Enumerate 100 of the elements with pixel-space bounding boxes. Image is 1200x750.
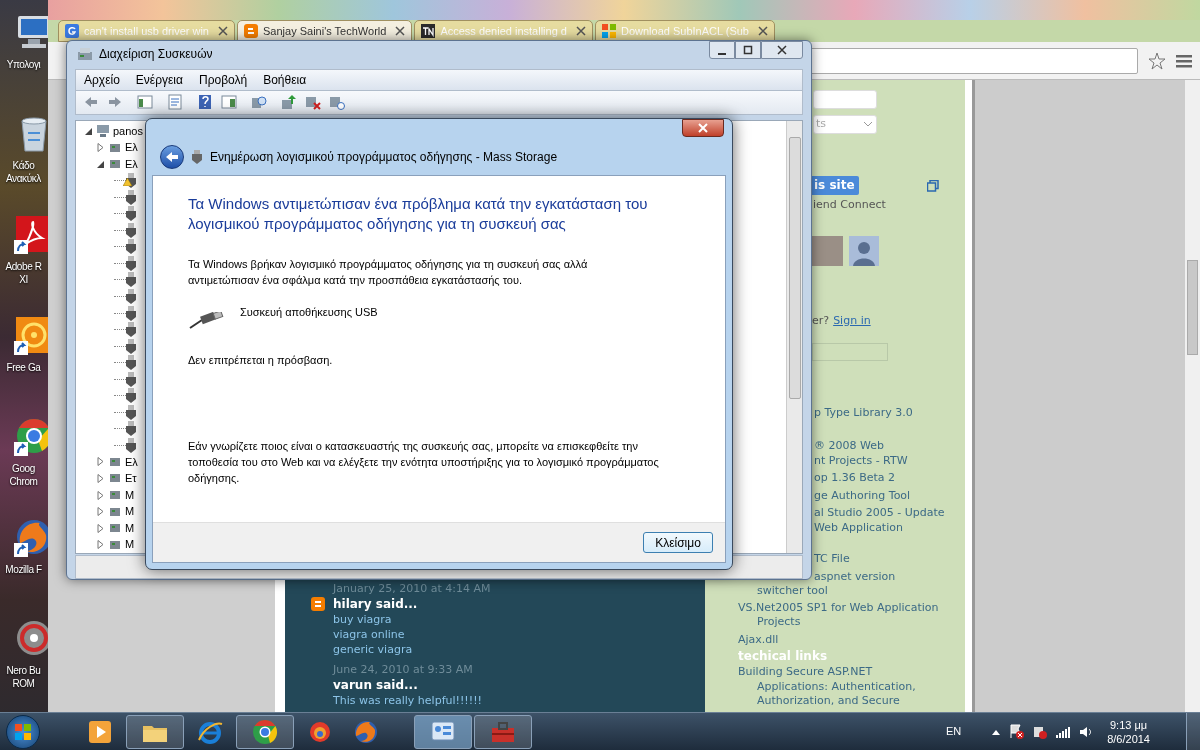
tree-item[interactable]: Ετ [125,470,137,487]
sidebar-link[interactable]: TC File [814,552,850,567]
sidebar-link[interactable]: p Type Library 3.0 [814,405,913,420]
scrollbar-thumb[interactable] [1187,260,1198,355]
desktop-icon-label[interactable]: Free Ga [0,361,47,374]
expander-icon[interactable] [84,126,93,136]
tree-item[interactable]: Μ [125,486,135,504]
desktop-icon-label[interactable]: Υπολογι [0,58,47,71]
comment-timestamp: January 25, 2010 at 4:14 AM [331,582,492,596]
dialog-title: Ενημέρωση λογισμικού προγράμματος οδήγησης - Mass Storage [210,149,558,166]
usb-cable-icon [188,312,224,330]
close-button[interactable] [761,41,803,59]
action-pane-icon [221,94,237,111]
close-button[interactable] [682,119,724,137]
favicon-icon [601,24,616,38]
sidebar-link[interactable]: switcher tool [757,584,828,599]
help-button[interactable] [196,93,214,112]
scrollbar[interactable] [1185,80,1200,712]
tab-title: can't install usb driver win [84,23,209,39]
close-icon [698,123,708,133]
signal-icon[interactable] [1055,724,1072,739]
favicon-icon [244,24,258,38]
device-icon[interactable] [1032,724,1048,739]
desktop-icon-label[interactable]: Κάδο Ανακύκλ [0,159,47,185]
signin-link[interactable]: Sign in [833,313,871,328]
comment-text[interactable]: buy viagra [311,612,705,627]
windows-logo-icon [14,722,32,741]
expander-icon[interactable] [96,159,105,169]
popout-icon[interactable] [926,179,939,192]
device-manager-icon [77,45,93,62]
scrollbar-thumb[interactable] [788,136,801,399]
sidebar-link[interactable]: op 1.36 Beta 2 [814,471,896,486]
comment-text[interactable]: This was really helpful!!!!!! [311,693,705,708]
speaker-icon[interactable] [1079,724,1094,739]
menu-item[interactable]: Ενέργεια [135,70,183,89]
taskbar-button[interactable] [414,714,472,749]
menu-item[interactable]: Βοήθεια [263,70,307,89]
tree-item[interactable]: Ελ [125,453,138,471]
follow-button[interactable]: is site [810,176,859,195]
flag-icon[interactable] [1009,724,1025,739]
desktop-icon-label[interactable]: Nero Bu ROM [0,664,47,690]
close-icon [777,45,787,55]
avatar-silhouette-icon [849,235,879,266]
menu-icon[interactable] [1176,53,1192,68]
update-driver-icon [281,94,297,111]
tree-item[interactable]: Μ [125,519,135,537]
browser-tab[interactable]: Sanjay Saini's TechWorld [237,20,413,42]
desktop-icon-label[interactable]: Mozilla F [0,563,47,576]
tree-item[interactable]: Μ [125,503,135,520]
error-text: Δεν επιτρέπεται η πρόσβαση. [188,353,334,368]
close-tab-icon[interactable] [757,26,768,36]
desktop-icon-label[interactable]: Adobe R XI [0,260,47,286]
help-text: Εάν γνωρίζετε ποιος είναι ο κατασκευαστής της συσκευής σας, μπορείτε να επισκεφθείτε την τοποθεσία του στο Web και να ελέγξετε την ενότητα υποστήριξης για το λογισμικό προγράμματος οδήγησης. [188,439,660,486]
sidebar-link[interactable]: al Studio 2005 - Update Web Application [814,506,945,535]
menu-item[interactable]: Προβολή [198,70,248,89]
minimize-icon [718,53,726,55]
caption-text: iend Connect [813,197,887,213]
update-driver-button[interactable] [280,93,298,112]
favicon-icon [65,24,79,38]
scrollbar[interactable] [786,120,802,554]
close-tab-icon[interactable] [575,26,586,36]
tree-item[interactable]: panos [113,122,143,140]
computer-icon [96,124,110,138]
comment-text[interactable]: viagra online [311,627,705,642]
clock-time[interactable]: 9:13 μμ [1110,717,1148,732]
console-tree-icon [137,94,153,111]
clock-date[interactable]: 8/6/2014 [1107,731,1150,746]
console-tree-button[interactable] [136,93,154,112]
tree-item[interactable]: Ελ [125,155,138,173]
sidebar-link[interactable]: VS.Net2005 SP1 for Web Application Projects [738,600,939,630]
usb-plug-icon [192,150,202,164]
show-desktop-button[interactable] [1186,713,1200,750]
desktop-icon-label[interactable]: Goog Chrom [0,462,47,488]
sidebar-link[interactable]: Ajax.dll [738,632,779,647]
menu-item[interactable]: Αρχείο [84,70,120,89]
tab-title: Download SubInACL (Sub [620,23,749,39]
sidebar-link[interactable]: aspnet version [814,569,896,584]
window-title: Διαχείριση Συσκευών [99,45,214,63]
help-icon [197,94,213,111]
tree-item[interactable]: Μ [125,536,135,553]
close-dialog-button[interactable]: Κλείσιμο [643,532,713,553]
minimize-button[interactable] [709,41,735,59]
back-button[interactable] [160,145,184,169]
dialog-heading: Τα Windows αντιμετώπισαν ένα πρόβλημα κατά την εγκατάσταση του λογισμικού προγράμματος οδήγησης για τη συσκευή σας [188,194,649,234]
close-tab-icon[interactable] [395,26,406,36]
action-pane-button[interactable] [220,93,238,112]
tab-title: Sanjay Saini's TechWorld [263,23,387,39]
uninstall-icon [329,94,345,111]
comment-text[interactable]: generic viagra [311,642,705,657]
sidebar-link[interactable]: ge Authoring Tool [814,488,911,503]
sidebar-link[interactable]: Building Secure ASP.NET Applications: Authentication, Authorization, and Secure [738,665,916,709]
device-name: Συσκευή αποθήκευσης USB [240,305,378,320]
start-button[interactable] [6,714,40,749]
language-indicator[interactable]: EN [945,723,962,740]
taskbar-button[interactable] [126,714,184,749]
tree-item[interactable]: Ελ [125,139,138,156]
star-icon[interactable] [1148,51,1166,70]
close-tab-icon[interactable] [218,26,228,36]
maximize-button[interactable] [735,41,761,59]
disable-icon [305,94,321,111]
